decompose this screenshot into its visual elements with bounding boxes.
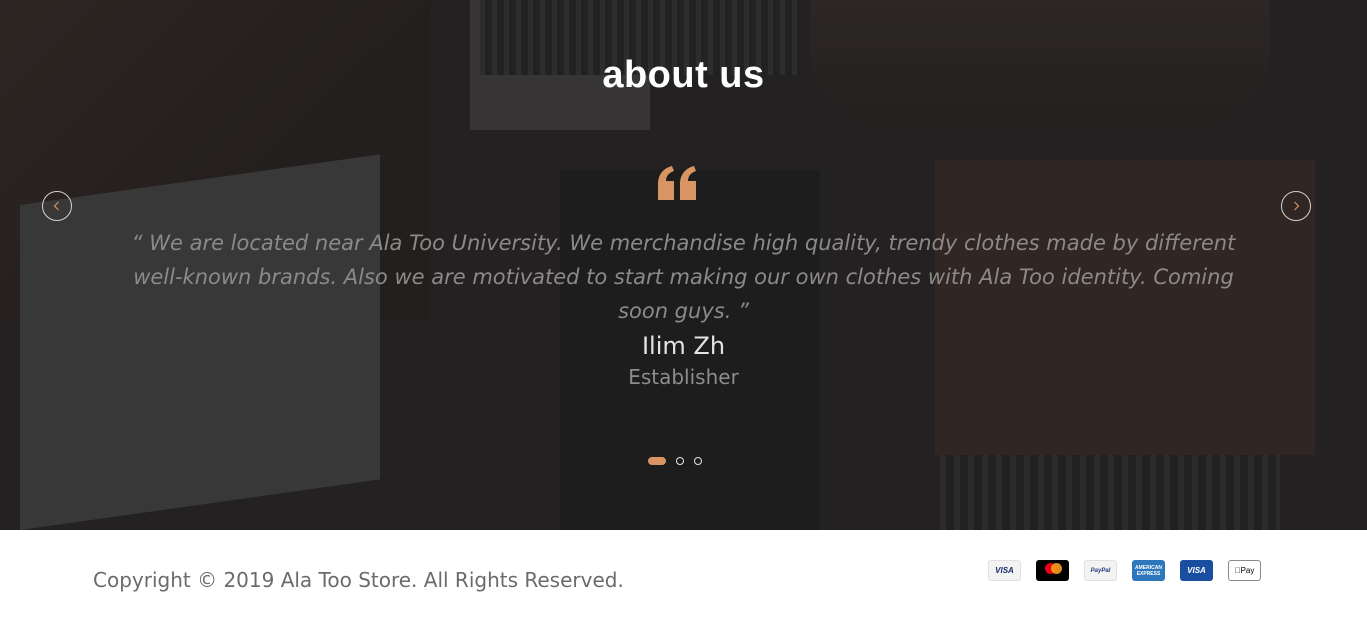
section-title: about us <box>602 54 765 96</box>
testimonial-author-role: Establisher <box>628 365 739 389</box>
copyright-text: Copyright © 2019 Ala Too Store. All Righ… <box>93 568 624 592</box>
paypal-icon: PayPal <box>1084 560 1117 581</box>
carousel-prev-button[interactable] <box>42 191 72 221</box>
apple-pay-label: Pay <box>1237 566 1255 575</box>
carousel-dot-3[interactable] <box>694 457 702 465</box>
payment-methods: VISA PayPal AMERICAN EXPRESS VISA  Pay <box>988 560 1261 581</box>
testimonial-quote: “ We are located near Ala Too University… <box>131 231 1236 323</box>
visa-electron-icon: VISA <box>1180 560 1213 581</box>
visa-label: VISA <box>995 566 1014 575</box>
visa-icon: VISA <box>988 560 1021 581</box>
carousel-dot-2[interactable] <box>676 457 684 465</box>
carousel-next-button[interactable] <box>1281 191 1311 221</box>
paypal-label: PayPal <box>1090 567 1111 574</box>
carousel-dots <box>648 456 712 466</box>
visa-electron-label: VISA <box>1187 566 1206 575</box>
mastercard-icon <box>1036 560 1069 581</box>
carousel-dot-1[interactable] <box>648 457 666 465</box>
chevron-left-icon <box>53 201 59 211</box>
amex-label: AMERICAN EXPRESS <box>1135 564 1162 577</box>
american-express-icon: AMERICAN EXPRESS <box>1132 560 1165 581</box>
quote-icon <box>656 166 698 200</box>
footer: Copyright © 2019 Ala Too Store. All Righ… <box>0 530 1367 630</box>
about-section: about us “ We are located near Ala Too U… <box>0 0 1367 530</box>
apple-pay-icon:  Pay <box>1228 560 1261 581</box>
chevron-right-icon <box>1294 201 1300 211</box>
testimonial-author-name: Ilim Zh <box>641 332 726 360</box>
